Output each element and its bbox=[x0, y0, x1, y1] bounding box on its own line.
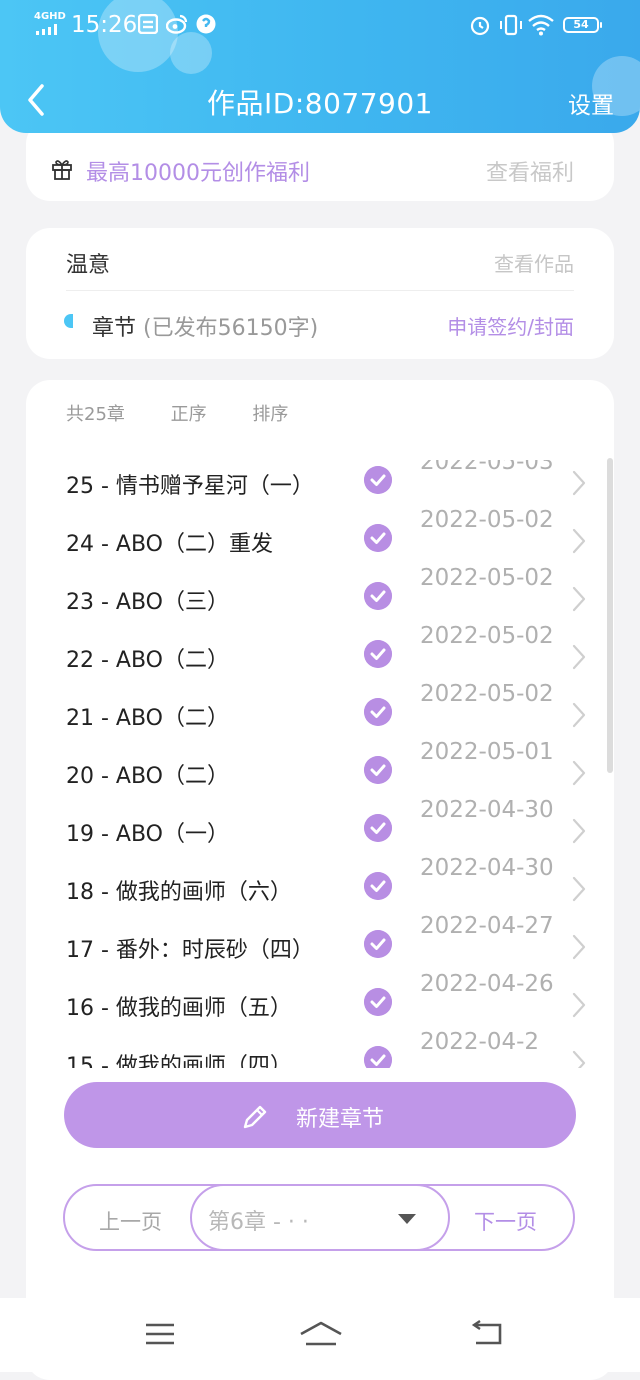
battery-icon: 54 bbox=[563, 17, 602, 33]
wifi-icon bbox=[528, 14, 554, 36]
published-check-icon bbox=[364, 698, 392, 726]
chapter-date: 2022-04-27 bbox=[420, 913, 554, 939]
published-check-icon bbox=[364, 988, 392, 1016]
published-check-icon bbox=[364, 814, 392, 842]
chapter-date: 2022-05-01 bbox=[420, 739, 554, 765]
published-count: (已发布56150字) bbox=[143, 316, 319, 341]
chevron-right-icon bbox=[572, 818, 586, 844]
signal-icon bbox=[36, 24, 57, 35]
chapter-label-text: 章节 bbox=[92, 316, 137, 341]
published-check-icon bbox=[364, 930, 392, 958]
chapter-date: 2022-05-02 bbox=[420, 623, 554, 649]
home-icon[interactable] bbox=[298, 1320, 344, 1348]
published-check-icon bbox=[364, 1046, 392, 1068]
caret-down-icon bbox=[398, 1214, 416, 1224]
published-check-icon bbox=[364, 524, 392, 552]
published-check-icon bbox=[364, 466, 392, 494]
chevron-right-icon bbox=[572, 586, 586, 612]
alarm-icon bbox=[470, 16, 490, 36]
chapter-page-select[interactable]: 第6章 - · · bbox=[190, 1184, 450, 1251]
next-page-button[interactable]: 下一页 bbox=[474, 1206, 537, 1236]
chapter-title: 20 - ABO（二） bbox=[66, 764, 229, 789]
welfare-text[interactable]: 最高10000元创作福利 bbox=[86, 155, 310, 187]
chevron-right-icon bbox=[572, 934, 586, 960]
app-header: 4GHD 15:26 54 作品ID:8077901 设置 bbox=[0, 0, 640, 133]
chevron-right-icon bbox=[572, 702, 586, 728]
work-info-card: 温意 查看作品 章节 (已发布56150字) 申请签约/封面 bbox=[26, 228, 614, 359]
chapter-date: 2022-04-30 bbox=[420, 797, 554, 823]
chapter-title: 19 - ABO（一） bbox=[66, 822, 229, 847]
work-name: 温意 bbox=[66, 253, 111, 278]
chapter-date: 2022-05-02 bbox=[420, 681, 554, 707]
app-badge-icon bbox=[196, 14, 216, 34]
clock: 15:26 bbox=[71, 12, 138, 38]
chevron-right-icon bbox=[572, 528, 586, 554]
published-check-icon bbox=[364, 756, 392, 784]
published-check-icon bbox=[364, 582, 392, 610]
new-chapter-button[interactable]: 新建章节 bbox=[64, 1082, 576, 1148]
back-icon[interactable] bbox=[470, 1320, 504, 1348]
scrollbar[interactable] bbox=[607, 458, 613, 773]
settings-button[interactable]: 设置 bbox=[568, 86, 614, 120]
published-check-icon bbox=[364, 640, 392, 668]
chevron-right-icon bbox=[572, 1050, 586, 1068]
chapter-date: 2022-05-02 bbox=[420, 507, 554, 533]
pagination: 上一页 第6章 - · · 下一页 bbox=[63, 1184, 575, 1251]
divider bbox=[66, 290, 574, 291]
published-check-icon bbox=[364, 872, 392, 900]
section-marker-icon bbox=[64, 314, 73, 328]
pencil-icon bbox=[243, 1105, 267, 1129]
chapter-title: 22 - ABO（二） bbox=[66, 648, 229, 673]
chapter-title: 16 - 做我的画师（五） bbox=[66, 996, 292, 1021]
vibrate-icon bbox=[500, 14, 522, 36]
chapter-date: 2022-05-03 bbox=[420, 460, 554, 475]
chevron-right-icon bbox=[572, 644, 586, 670]
page-title: 作品ID:8077901 bbox=[207, 87, 433, 120]
chapter-title: 18 - 做我的画师（六） bbox=[66, 880, 292, 905]
sim-card-icon bbox=[138, 14, 158, 34]
chapter-title: 24 - ABO（二）重发 bbox=[66, 532, 273, 557]
chapter-date: 2022-04-26 bbox=[420, 971, 554, 997]
gift-icon bbox=[52, 160, 72, 180]
chevron-right-icon bbox=[572, 470, 586, 496]
chevron-right-icon bbox=[572, 760, 586, 786]
chapter-title: 15 - 做我的画师（四） bbox=[66, 1054, 292, 1068]
menu-icon[interactable] bbox=[144, 1320, 176, 1348]
view-work-link[interactable]: 查看作品 bbox=[494, 248, 574, 277]
network-type: 4GHD bbox=[34, 11, 66, 22]
new-chapter-label: 新建章节 bbox=[296, 1107, 385, 1132]
chapter-date: 2022-05-02 bbox=[420, 565, 554, 591]
system-nav-bar bbox=[0, 1298, 640, 1372]
weibo-icon bbox=[166, 14, 188, 34]
chapter-date: 2022-04-2 bbox=[420, 1029, 540, 1055]
chapter-list-card: 共25章 正序 排序 25 - 情书赠予星河（一） 2022-05-03 24 - … bbox=[26, 380, 614, 1380]
chapter-summary: 共25章 正序 排序 bbox=[66, 400, 328, 426]
chapter-list: 25 - 情书赠予星河（一） 2022-05-03 24 - ABO（二）重发 202… bbox=[26, 460, 614, 1068]
chapter-label: 章节 (已发布56150字) bbox=[92, 310, 318, 342]
chevron-right-icon bbox=[572, 992, 586, 1018]
chapter-total: 共25章 bbox=[66, 404, 125, 425]
view-welfare-link[interactable]: 查看福利 bbox=[486, 155, 574, 187]
chapter-title: 23 - ABO（三） bbox=[66, 590, 229, 615]
apply-sign-link[interactable]: 申请签约/封面 bbox=[447, 311, 574, 340]
chevron-right-icon bbox=[572, 876, 586, 902]
chapter-row[interactable]: 15 - 做我的画师（四） 2022-04-2 bbox=[26, 1029, 614, 1068]
chapter-title: 17 - 番外：时辰砂（四） bbox=[66, 938, 314, 963]
chapter-title: 25 - 情书赠予星河（一） bbox=[66, 474, 314, 499]
chapter-select-value: 第6章 - · · bbox=[208, 1210, 309, 1235]
prev-page-button[interactable]: 上一页 bbox=[99, 1206, 162, 1236]
status-bar: 4GHD 15:26 54 bbox=[0, 0, 640, 52]
order-toggle[interactable]: 正序 bbox=[171, 404, 207, 425]
chapter-title: 21 - ABO（二） bbox=[66, 706, 229, 731]
sort-button[interactable]: 排序 bbox=[252, 404, 288, 425]
chapter-date: 2022-04-30 bbox=[420, 855, 554, 881]
